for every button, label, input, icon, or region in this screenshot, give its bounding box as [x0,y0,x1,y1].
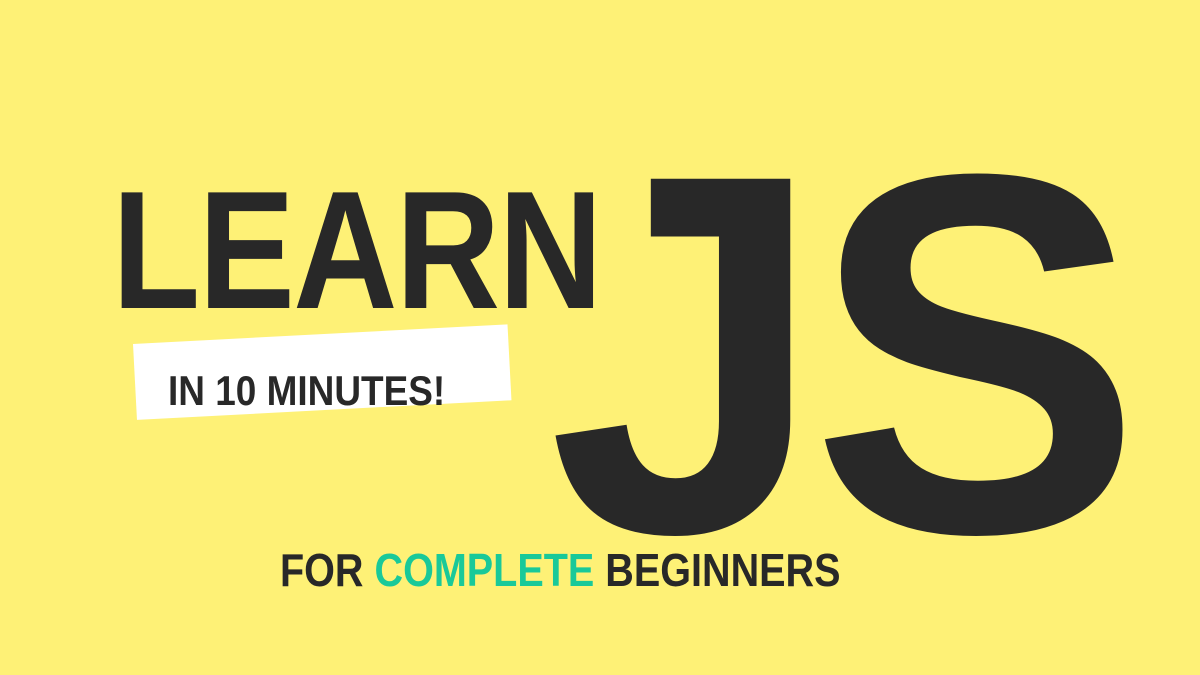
tagline-suffix: BEGINNERS [605,544,841,596]
tagline-prefix: FOR [280,544,364,596]
learn-heading: LEARN [112,156,603,344]
tagline: FOR COMPLETE BEGINNERS [280,547,840,593]
tagline-highlight: COMPLETE [374,544,595,596]
badge-text: IN 10 MINUTES! [168,367,446,414]
js-heading: JS [548,67,1142,640]
